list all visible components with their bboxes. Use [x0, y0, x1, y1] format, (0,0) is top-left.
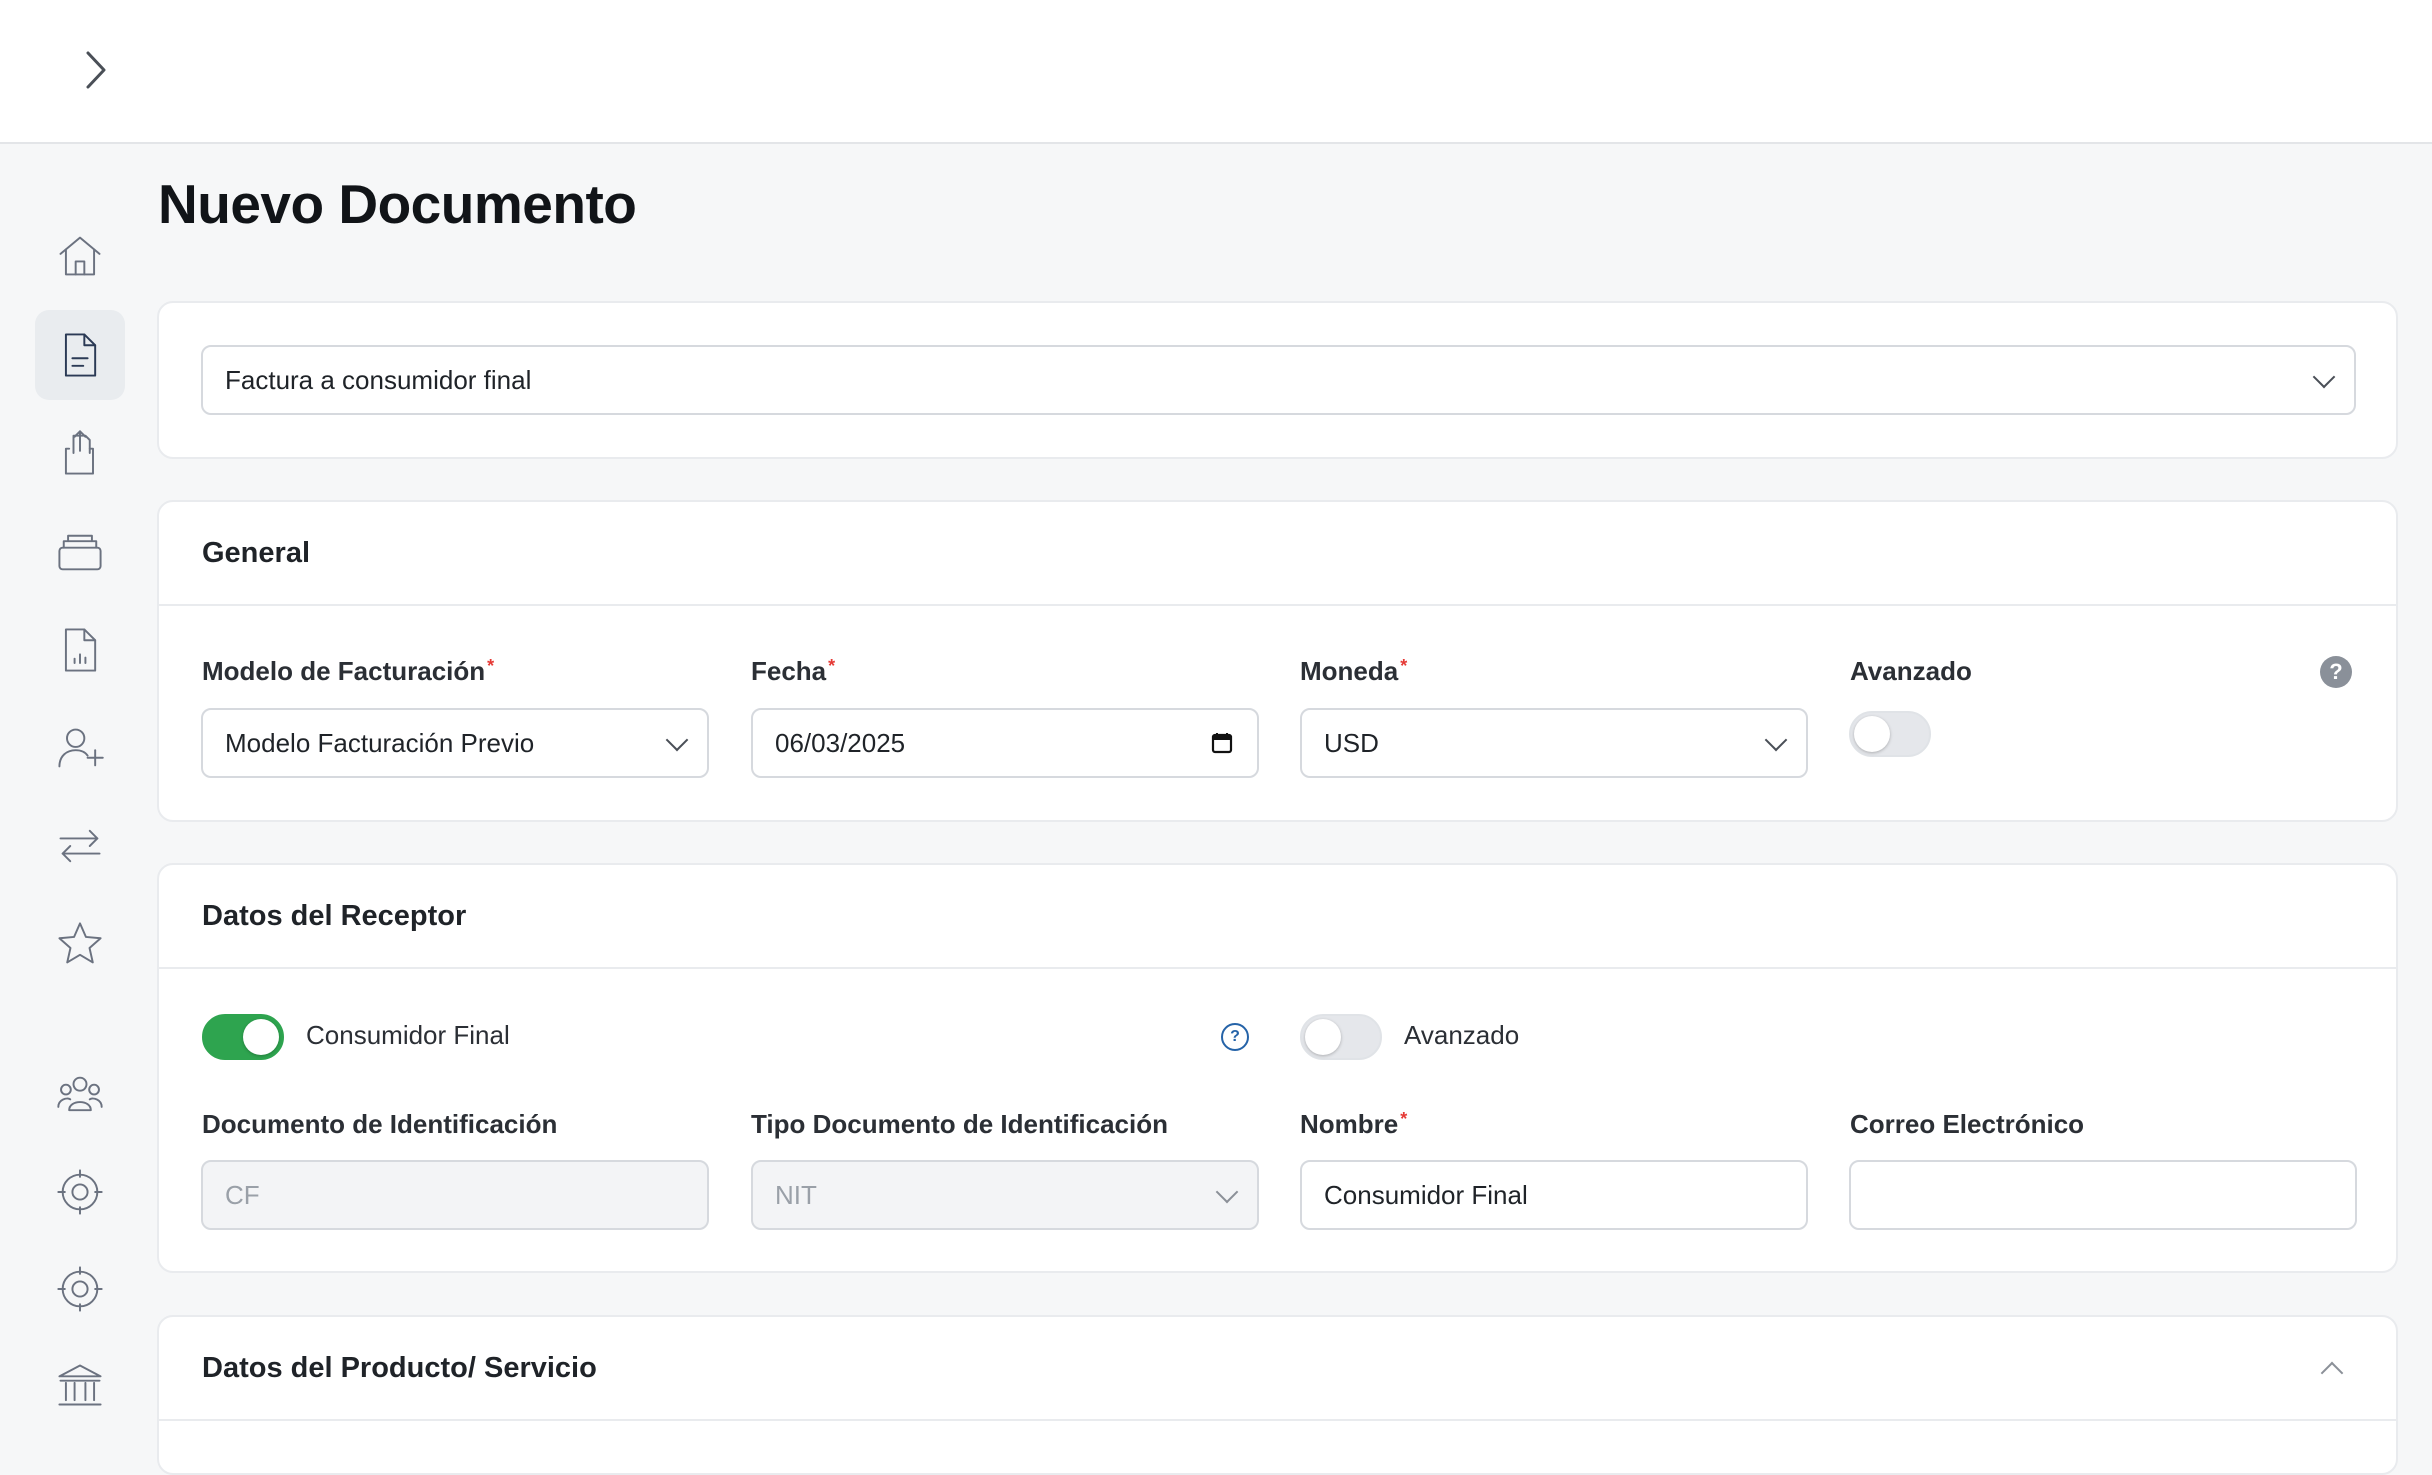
required-marker: *: [1400, 656, 1408, 676]
receptor-avanzado-label: Avanzado: [1404, 1020, 1520, 1050]
expand-sidebar-button[interactable]: [72, 44, 120, 96]
chevron-down-icon: [2312, 365, 2336, 389]
producto-card: Datos del Producto/ Servicio: [157, 1315, 2398, 1475]
help-icon[interactable]: ?: [1221, 1023, 1249, 1051]
settings-icon: [57, 1169, 103, 1215]
avanzado-toggle[interactable]: [1849, 711, 1931, 757]
nav-upload[interactable]: [35, 408, 125, 498]
modelo-select[interactable]: Modelo Facturación Previo: [201, 708, 709, 778]
required-marker: *: [487, 656, 495, 676]
star-icon: [58, 922, 102, 964]
moneda-select[interactable]: USD: [1300, 708, 1808, 778]
help-icon[interactable]: ?: [2320, 656, 2352, 688]
nav-inbox[interactable]: [35, 507, 125, 597]
nav-documents[interactable]: [35, 310, 125, 400]
fecha-input[interactable]: 06/03/2025: [751, 708, 1259, 778]
general-title: General: [202, 536, 310, 569]
toggle-knob: [243, 1019, 279, 1055]
calendar-icon[interactable]: [1211, 732, 1233, 754]
general-header: General: [159, 502, 2396, 606]
nombre-input[interactable]: Consumidor Final: [1300, 1160, 1808, 1230]
chevron-up-icon[interactable]: [2320, 1361, 2344, 1385]
tipo-doc-select[interactable]: NIT: [751, 1160, 1259, 1230]
required-marker: *: [828, 656, 836, 676]
home-icon: [59, 236, 101, 276]
toggle-knob: [1854, 716, 1890, 752]
nav-favorites[interactable]: [35, 899, 125, 989]
doc-id-value: CF: [225, 1179, 260, 1210]
chevron-down-icon: [1215, 1180, 1239, 1204]
chevron-right-icon: [86, 51, 106, 89]
upload-document-icon: [64, 430, 94, 475]
producto-title: Datos del Producto/ Servicio: [202, 1351, 597, 1384]
consumidor-final-toggle[interactable]: [202, 1014, 284, 1060]
tipo-doc-label: Tipo Documento de Identificación: [751, 1109, 1168, 1139]
report-icon: [64, 628, 97, 672]
required-marker: *: [1400, 1109, 1408, 1129]
moneda-value: USD: [1324, 727, 1379, 758]
tipo-doc-value: NIT: [775, 1179, 817, 1210]
producto-header[interactable]: Datos del Producto/ Servicio: [159, 1317, 2396, 1421]
add-user-icon: [58, 728, 104, 768]
document-type-select[interactable]: Factura a consumidor final: [201, 345, 2356, 415]
modelo-value: Modelo Facturación Previo: [225, 727, 535, 758]
doc-id-label: Documento de Identificación: [202, 1109, 558, 1139]
inbox-icon: [58, 534, 102, 571]
receptor-title: Datos del Receptor: [202, 899, 467, 932]
nav-transfer[interactable]: [35, 801, 125, 891]
toggle-knob: [1305, 1019, 1341, 1055]
document-type-value: Factura a consumidor final: [225, 364, 532, 395]
transfer-icon: [59, 829, 101, 863]
nav-reports[interactable]: [35, 605, 125, 695]
nav-users[interactable]: [35, 1050, 125, 1140]
nombre-value: Consumidor Final: [1324, 1179, 1528, 1210]
correo-input[interactable]: [1849, 1160, 2357, 1230]
settings-icon: [57, 1266, 103, 1312]
nav-settings-2[interactable]: [35, 1244, 125, 1334]
users-icon: [57, 1076, 103, 1112]
correo-label: Correo Electrónico: [1850, 1109, 2085, 1139]
fecha-label: Fecha *: [751, 656, 836, 686]
bank-icon: [58, 1364, 102, 1406]
page-title: Nuevo Documento: [158, 173, 637, 235]
document-type-card: Factura a consumidor final: [157, 301, 2398, 459]
nombre-label: Nombre *: [1300, 1109, 1408, 1139]
receptor-header: Datos del Receptor: [159, 865, 2396, 969]
receptor-card: Datos del Receptor Consumidor Final ? Av…: [157, 863, 2398, 1273]
sidebar: [0, 144, 156, 1442]
chevron-down-icon: [1764, 728, 1788, 752]
modelo-label: Modelo de Facturación *: [202, 656, 495, 686]
top-bar: [0, 0, 2432, 144]
doc-id-input[interactable]: CF: [201, 1160, 709, 1230]
nav-bank[interactable]: [35, 1340, 125, 1430]
nav-add-user[interactable]: [35, 703, 125, 793]
avanzado-label: Avanzado: [1850, 656, 1972, 686]
chevron-down-icon: [665, 728, 689, 752]
document-icon: [64, 333, 97, 377]
moneda-label: Moneda *: [1300, 656, 1408, 686]
general-card: General Modelo de Facturación * Modelo Fa…: [157, 500, 2398, 822]
nav-settings[interactable]: [35, 1147, 125, 1237]
receptor-avanzado-toggle[interactable]: [1300, 1014, 1382, 1060]
consumidor-final-label: Consumidor Final: [306, 1020, 510, 1050]
nav-home[interactable]: [35, 211, 125, 301]
fecha-value: 06/03/2025: [775, 727, 906, 758]
